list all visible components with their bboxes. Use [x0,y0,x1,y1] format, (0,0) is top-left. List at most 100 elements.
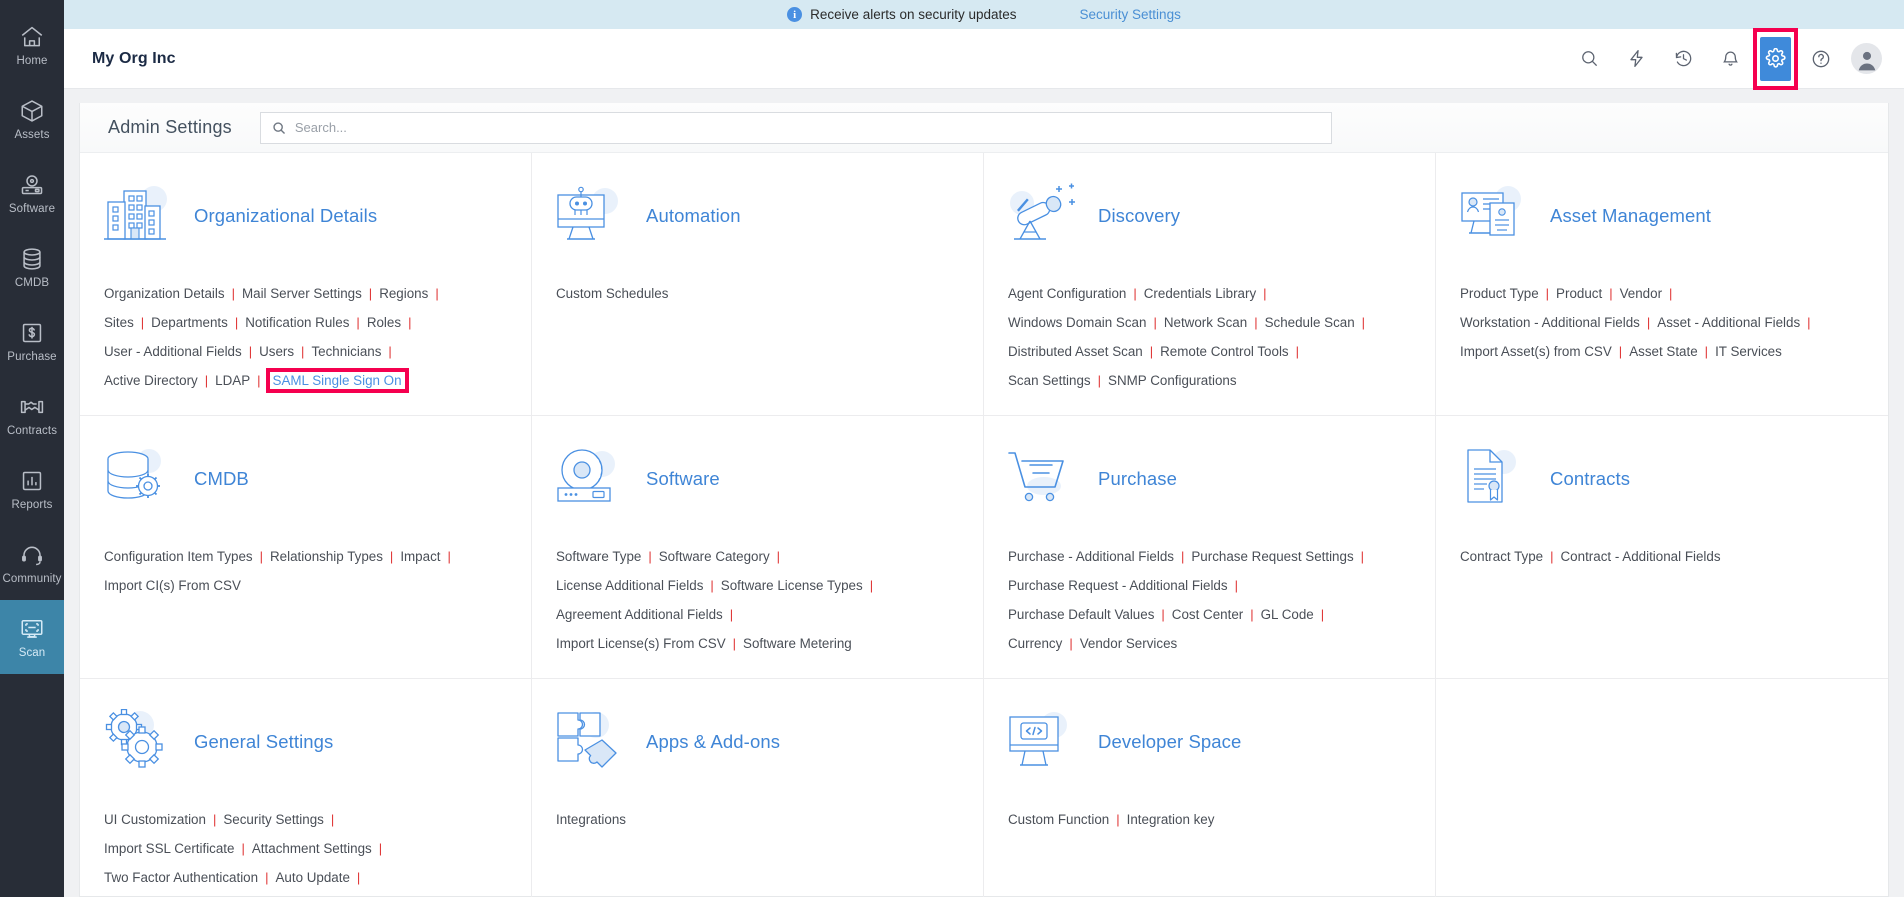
card-link[interactable]: Software Category [659,549,770,564]
card-link[interactable]: Asset - Additional Fields [1657,315,1800,330]
card-link[interactable]: Software License Types [721,578,863,593]
search-box[interactable] [259,111,1332,144]
sidebar-item-purchase[interactable]: Purchase [0,304,64,378]
bolt-icon[interactable] [1619,42,1653,76]
card-title[interactable]: Discovery [1098,205,1180,227]
card-link[interactable]: Remote Control Tools [1160,344,1289,359]
card-title[interactable]: General Settings [194,731,333,753]
help-icon[interactable] [1804,42,1838,76]
card-link[interactable]: Notification Rules [245,315,349,330]
card-link[interactable]: Network Scan [1164,315,1247,330]
sidebar-item-contracts[interactable]: Contracts [0,378,64,452]
card-link[interactable]: Currency [1008,636,1062,651]
card-link[interactable]: LDAP [215,373,250,388]
security-announcement-bar: i Receive alerts on security updates Sec… [64,0,1904,29]
sidebar-item-cmdb[interactable]: CMDB [0,230,64,304]
card-link[interactable]: Agreement Additional Fields [556,607,723,622]
card-link[interactable]: Vendor Services [1080,636,1178,651]
card-link[interactable]: Attachment Settings [252,841,372,856]
sidebar-item-assets[interactable]: Assets [0,82,64,156]
card-link[interactable]: UI Customization [104,812,206,827]
security-settings-link[interactable]: Security Settings [1080,7,1181,22]
card-link[interactable]: Distributed Asset Scan [1008,344,1143,359]
info-icon: i [787,7,803,22]
card-link[interactable]: GL Code [1261,607,1314,622]
card-link[interactable]: Organization Details [104,286,225,301]
card-link[interactable]: Contract - Additional Fields [1561,549,1721,564]
search-icon[interactable] [1572,42,1606,76]
card-header: Apps & Add-ons [556,705,959,779]
card-link[interactable]: Asset State [1629,344,1697,359]
card-link[interactable]: Windows Domain Scan [1008,315,1146,330]
settings-card-asset-management: Asset Management Product Type | Product | Ven… [1436,153,1888,416]
card-link-highlighted[interactable]: SAML Single Sign On [265,368,409,393]
card-link[interactable]: SNMP Configurations [1108,373,1237,388]
card-link[interactable]: Technicians [311,344,381,359]
card-link[interactable]: Auto Update [275,870,349,885]
card-title[interactable]: Automation [646,205,741,227]
card-link[interactable]: Mail Server Settings [242,286,362,301]
card-title[interactable]: Purchase [1098,468,1177,490]
card-link[interactable]: License Additional Fields [556,578,703,593]
card-link[interactable]: Cost Center [1172,607,1243,622]
sidebar-item-software[interactable]: Software [0,156,64,230]
card-link[interactable]: Sites [104,315,134,330]
card-link[interactable]: Contract Type [1460,549,1543,564]
card-link[interactable]: IT Services [1715,344,1782,359]
sidebar-item-community[interactable]: Community [0,526,64,600]
card-link[interactable]: Departments [151,315,228,330]
link-separator: | [1069,636,1073,651]
avatar[interactable] [1851,43,1882,74]
card-link[interactable]: Purchase - Additional Fields [1008,549,1174,564]
card-title[interactable]: Asset Management [1550,205,1711,227]
card-header: Organizational Details [104,179,507,253]
link-separator: | [1180,549,1185,564]
card-link[interactable]: Relationship Types [270,549,383,564]
card-link[interactable]: Custom Function [1008,812,1109,827]
card-link[interactable]: Product [1556,286,1602,301]
card-link[interactable]: Custom Schedules [556,286,668,301]
card-link[interactable]: Impact [400,549,440,564]
card-link[interactable]: Agent Configuration [1008,286,1126,301]
search-input[interactable] [294,120,1320,135]
bell-icon[interactable] [1713,42,1747,76]
card-link-list: Purchase - Additional Fields | Purchase Re… [1008,542,1411,658]
card-link[interactable]: Import Asset(s) from CSV [1460,344,1612,359]
card-link[interactable]: Integration key [1127,812,1215,827]
card-title[interactable]: Developer Space [1098,731,1241,753]
card-link[interactable]: Credentials Library [1144,286,1256,301]
card-link[interactable]: Purchase Request - Additional Fields [1008,578,1228,593]
card-link[interactable]: Product Type [1460,286,1539,301]
card-title[interactable]: Apps & Add-ons [646,731,780,753]
card-title[interactable]: Contracts [1550,468,1630,490]
card-link[interactable]: Regions [379,286,428,301]
card-link[interactable]: Active Directory [104,373,198,388]
gear-icon[interactable] [1760,36,1791,81]
card-link[interactable]: Users [259,344,294,359]
sidebar-item-scan[interactable]: Scan [0,600,64,674]
sidebar-item-label: Home [16,54,48,67]
card-link[interactable]: Software Type [556,549,641,564]
card-link[interactable]: Security Settings [223,812,323,827]
card-link[interactable]: Import SSL Certificate [104,841,234,856]
card-link[interactable]: Purchase Default Values [1008,607,1154,622]
card-link[interactable]: Schedule Scan [1265,315,1355,330]
history-icon[interactable] [1666,42,1700,76]
card-link[interactable]: Workstation - Additional Fields [1460,315,1640,330]
card-link[interactable]: Software Metering [743,636,852,651]
card-link[interactable]: Import CI(s) From CSV [104,578,241,593]
card-link[interactable]: Scan Settings [1008,373,1091,388]
card-link[interactable]: Purchase Request Settings [1191,549,1353,564]
card-link[interactable]: Two Factor Authentication [104,870,258,885]
card-link[interactable]: Vendor [1620,286,1662,301]
card-link[interactable]: Configuration Item Types [104,549,253,564]
sidebar-item-home[interactable]: Home [0,8,64,82]
card-link[interactable]: User - Additional Fields [104,344,242,359]
card-title[interactable]: Organizational Details [194,205,377,227]
card-title[interactable]: Software [646,468,720,490]
sidebar-item-reports[interactable]: Reports [0,452,64,526]
card-link[interactable]: Roles [367,315,401,330]
card-link[interactable]: Import License(s) From CSV [556,636,726,651]
card-title[interactable]: CMDB [194,468,249,490]
card-link[interactable]: Integrations [556,812,626,827]
